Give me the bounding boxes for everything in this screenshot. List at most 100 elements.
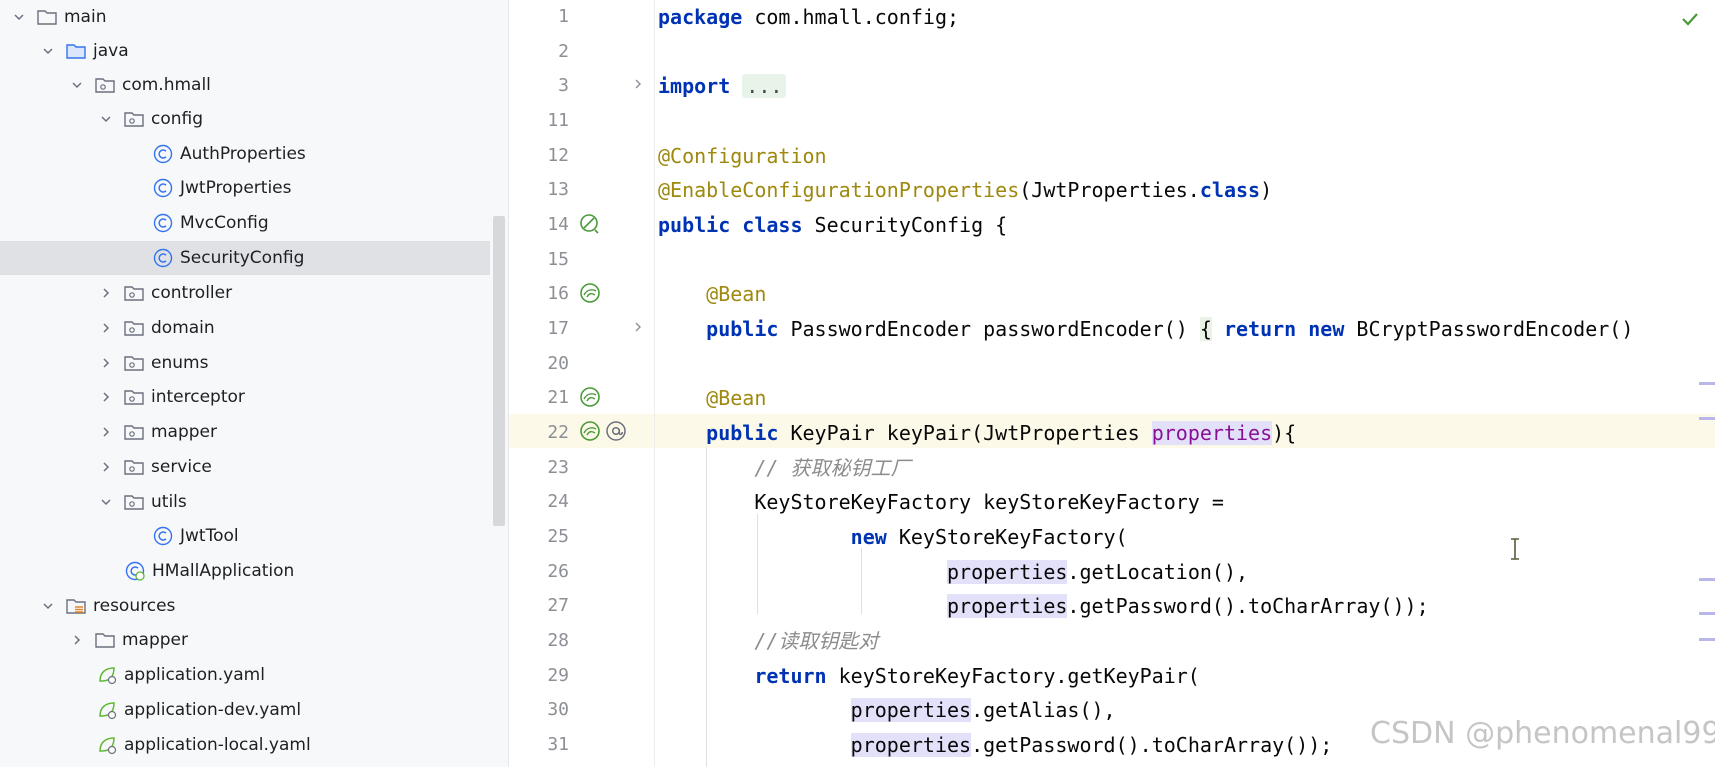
scroll-marker[interactable]: [1699, 612, 1715, 615]
tree-item-authproperties[interactable]: AuthProperties: [0, 137, 490, 171]
tree-item-label: domain: [151, 318, 215, 338]
line-number: 20: [547, 353, 569, 374]
gutter-separator: [654, 0, 655, 767]
code-editor[interactable]: 1 2 3 11 12 13 14 15 16 17 20 21 22 23 2…: [509, 0, 1715, 767]
tree-item-main[interactable]: main: [0, 0, 490, 34]
tree-item-application-yaml[interactable]: application.yaml: [0, 658, 490, 692]
tree-item-label: controller: [151, 283, 233, 303]
line-number: 2: [558, 41, 569, 62]
tree-scrollbar[interactable]: [493, 216, 505, 526]
code-line[interactable]: properties.getAlias(),: [658, 693, 1116, 727]
tree-item-jwtproperties[interactable]: JwtProperties: [0, 171, 490, 205]
code-line[interactable]: return keyStoreKeyFactory.getKeyPair(: [658, 659, 1200, 693]
tree-item-label: resources: [93, 596, 176, 616]
tree-item-application-local-yaml[interactable]: application-local.yaml: [0, 728, 490, 762]
code-line[interactable]: properties.getLocation(),: [658, 555, 1248, 589]
tree-item-label: com.hmall: [122, 75, 211, 95]
code-line[interactable]: public class SecurityConfig {: [658, 208, 1007, 242]
tree-item-hmallapplication[interactable]: HMallApplication: [0, 554, 490, 588]
code-line[interactable]: // 获取秘钥工厂: [658, 451, 910, 485]
line-number: 22: [547, 422, 569, 443]
code-line[interactable]: //读取钥匙对: [658, 624, 878, 658]
chevron-right-icon[interactable]: [99, 425, 113, 439]
folder-icon: [36, 6, 58, 28]
chevron-right-icon[interactable]: [70, 633, 84, 647]
tree-item-service[interactable]: service: [0, 450, 490, 484]
tree-item-label: SecurityConfig: [180, 248, 305, 268]
tree-item-config[interactable]: config: [0, 102, 490, 136]
code-line[interactable]: public KeyPair keyPair(JwtProperties pro…: [658, 416, 1296, 450]
tree-item-enums[interactable]: enums: [0, 346, 490, 380]
tree-item-label: application-local.yaml: [124, 735, 311, 755]
package-icon: [123, 386, 145, 408]
text-cursor-icon: [1509, 538, 1521, 560]
line-number: 23: [547, 457, 569, 478]
code-line[interactable]: @EnableConfigurationProperties(JwtProper…: [658, 173, 1272, 207]
chevron-right-icon[interactable]: [99, 286, 113, 300]
tree-item-label: application.yaml: [124, 665, 265, 685]
fold-chevron-icon[interactable]: [631, 320, 645, 334]
check-icon[interactable]: [1679, 8, 1701, 30]
tree-item-utils[interactable]: utils: [0, 485, 490, 519]
tree-item-com-hmall[interactable]: com.hmall: [0, 68, 490, 102]
tree-item-java[interactable]: java: [0, 34, 490, 68]
chevron-right-icon[interactable]: [99, 460, 113, 474]
chevron-down-icon[interactable]: [41, 44, 55, 58]
tree-item-label: JwtTool: [180, 526, 239, 546]
tree-item-label: mapper: [122, 630, 189, 650]
scroll-marker[interactable]: [1699, 578, 1715, 581]
line-number: 12: [547, 145, 569, 166]
tree-item-label: mapper: [151, 422, 218, 442]
code-line[interactable]: new KeyStoreKeyFactory(: [658, 520, 1128, 554]
chevron-down-icon[interactable]: [99, 112, 113, 126]
tree-item-controller[interactable]: controller: [0, 276, 490, 310]
class-icon: [152, 212, 174, 234]
tree-item-label: application-dev.yaml: [124, 700, 302, 720]
tree-item-label: utils: [151, 492, 187, 512]
bean-no-autowire-icon[interactable]: [578, 212, 602, 236]
tree-item-interceptor[interactable]: interceptor: [0, 380, 490, 414]
chevron-right-icon[interactable]: [99, 321, 113, 335]
scroll-marker[interactable]: [1699, 417, 1715, 420]
tree-item-mvcconfig[interactable]: MvcConfig: [0, 206, 490, 240]
code-line[interactable]: package com.hmall.config;: [658, 0, 959, 34]
code-line[interactable]: @Bean: [658, 277, 766, 311]
bean-method-icon[interactable]: [578, 385, 602, 409]
code-line[interactable]: properties.getPassword().toCharArray());: [658, 589, 1429, 623]
line-number: 1: [558, 6, 569, 27]
code-line[interactable]: KeyStoreKeyFactory keyStoreKeyFactory =: [658, 485, 1224, 519]
scroll-marker[interactable]: [1699, 638, 1715, 641]
tree-item-resources[interactable]: resources: [0, 589, 490, 623]
fold-chevron-icon[interactable]: [631, 77, 645, 91]
tree-item-jwttool[interactable]: JwtTool: [0, 519, 490, 553]
tree-item-label: enums: [151, 353, 209, 373]
chevron-down-icon[interactable]: [99, 495, 113, 509]
scroll-marker[interactable]: [1699, 382, 1715, 385]
tree-item-domain[interactable]: domain: [0, 311, 490, 345]
code-line[interactable]: @Bean: [658, 381, 766, 415]
code-line[interactable]: public PasswordEncoder passwordEncoder()…: [658, 312, 1633, 346]
chevron-down-icon[interactable]: [41, 599, 55, 613]
chevron-down-icon[interactable]: [70, 78, 84, 92]
folded-imports[interactable]: ...: [742, 74, 787, 98]
chevron-down-icon[interactable]: [12, 10, 26, 24]
tree-item-mapper[interactable]: mapper: [0, 415, 490, 449]
tree-item-securityconfig[interactable]: SecurityConfig: [0, 241, 490, 275]
tree-item-label: java: [93, 41, 129, 61]
tree-item-label: JwtProperties: [180, 178, 292, 198]
line-number: 11: [547, 110, 569, 131]
line-number: 3: [558, 75, 569, 96]
source-folder-icon: [65, 40, 87, 62]
code-line[interactable]: import ...: [658, 69, 787, 103]
tree-item-application-dev-yaml[interactable]: application-dev.yaml: [0, 693, 490, 727]
tree-item-label: AuthProperties: [180, 144, 306, 164]
code-line[interactable]: properties.getPassword().toCharArray());: [658, 728, 1332, 762]
chevron-right-icon[interactable]: [99, 390, 113, 404]
code-line[interactable]: @Configuration: [658, 139, 827, 173]
bean-method-icon[interactable]: [578, 419, 602, 443]
bean-method-icon[interactable]: [578, 281, 602, 305]
package-icon: [94, 74, 116, 96]
at-annotation-icon[interactable]: [604, 419, 628, 443]
tree-item-resources-mapper[interactable]: mapper: [0, 623, 490, 657]
chevron-right-icon[interactable]: [99, 356, 113, 370]
